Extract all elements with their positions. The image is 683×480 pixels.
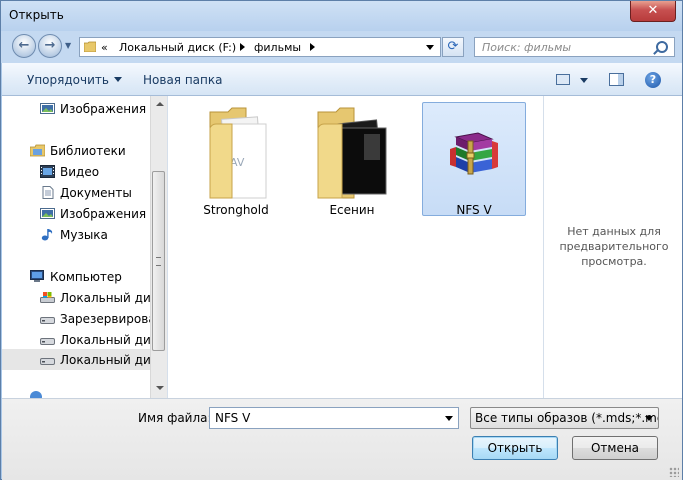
nav-item-label: Зарезервирован: [60, 312, 150, 326]
navigation-row: ← → ▼ « Локальный диск (F:) фильмы ⟳ Пои…: [1, 31, 682, 63]
refresh-button[interactable]: ⟳: [442, 37, 464, 57]
arrow-right-icon: →: [44, 38, 56, 53]
scrollbar-thumb[interactable]: [152, 171, 165, 351]
file-item-nfs-v[interactable]: NFS V: [422, 102, 526, 217]
file-type-value: Все типы образов (*.mds;*.md: [475, 411, 659, 425]
chevron-down-icon[interactable]: [645, 416, 653, 421]
address-overflow[interactable]: «: [101, 41, 108, 54]
preview-pane-icon[interactable]: [609, 73, 624, 86]
cancel-button[interactable]: Отмена: [572, 436, 658, 460]
filename-label: Имя файла:: [138, 411, 212, 425]
documents-icon: [42, 186, 54, 199]
music-icon: [41, 229, 53, 241]
file-name: Есенин: [329, 203, 375, 217]
title-bar[interactable]: Открыть ✕: [1, 1, 682, 31]
file-type-select[interactable]: Все типы образов (*.mds;*.md: [470, 407, 659, 429]
nav-item-drive[interactable]: Локальный диск: [2, 287, 150, 308]
preview-empty-message: Нет данных для предварительного просмотр…: [559, 225, 669, 268]
close-button[interactable]: ✕: [630, 1, 676, 22]
pictures-icon: [40, 208, 55, 219]
view-options-icon[interactable]: [556, 74, 570, 85]
computer-icon: [30, 270, 44, 282]
file-item-esenin[interactable]: Есенин: [300, 102, 404, 217]
organize-button[interactable]: Упорядочить: [27, 73, 122, 87]
nav-item-video[interactable]: Видео: [2, 161, 150, 182]
nav-item-libraries[interactable]: Библиотеки: [2, 140, 150, 161]
nav-item-drive[interactable]: Зарезервирован: [2, 308, 150, 329]
breadcrumb-separator-icon[interactable]: [310, 43, 315, 51]
window-title: Открыть: [9, 8, 64, 22]
filename-input[interactable]: NFS V: [209, 407, 459, 429]
search-icon[interactable]: [656, 41, 668, 53]
video-icon: [40, 165, 55, 178]
filename-value: NFS V: [215, 411, 251, 425]
breadcrumb-separator-icon[interactable]: [240, 43, 245, 51]
file-item-stronghold[interactable]: AV Stronghold: [184, 102, 288, 217]
winrar-archive-icon: [450, 132, 498, 175]
nav-item-label: Документы: [60, 186, 132, 200]
nav-item-label: Локальный диск: [60, 333, 150, 347]
nav-pane-scrollbar[interactable]: [150, 96, 167, 398]
organize-label: Упорядочить: [27, 73, 109, 87]
folder-icon: [84, 41, 96, 52]
open-button[interactable]: Открыть: [472, 436, 558, 460]
breadcrumb-folder[interactable]: фильмы: [254, 41, 301, 54]
dialog-footer: Имя файла: NFS V Все типы образов (*.mds…: [2, 398, 682, 480]
scroll-down-icon[interactable]: [156, 386, 164, 390]
navigation-pane[interactable]: Изображения Библиотеки Видео Документы И…: [2, 96, 150, 398]
preview-pane: Нет данных для предварительного просмотр…: [543, 96, 682, 398]
folder-icon: AV: [209, 107, 267, 199]
nav-item-label: Компьютер: [50, 270, 122, 284]
open-file-dialog: Открыть ✕ ← → ▼ « Локальный диск (F:) фи…: [0, 0, 683, 480]
nav-item-documents[interactable]: Документы: [2, 182, 150, 203]
chevron-down-icon[interactable]: [445, 416, 453, 421]
network-icon: [30, 391, 42, 398]
new-folder-button[interactable]: Новая папка: [143, 73, 222, 87]
address-bar[interactable]: « Локальный диск (F:) фильмы: [79, 37, 441, 57]
forward-button[interactable]: →: [38, 34, 62, 58]
nav-item-label: Изображения: [60, 102, 147, 116]
file-name: NFS V: [456, 203, 492, 217]
drive-icon: [40, 338, 55, 345]
arrow-left-icon: ←: [18, 38, 30, 53]
nav-item-label: Локальный диск: [60, 353, 150, 367]
help-icon[interactable]: ?: [645, 72, 661, 88]
file-list[interactable]: AV Stronghold Есенин NFS V: [167, 96, 543, 398]
nav-item-drive-selected[interactable]: Локальный диск: [2, 349, 150, 370]
recent-pages-dropdown[interactable]: ▼: [65, 41, 71, 50]
file-name: Stronghold: [203, 203, 269, 217]
drive-icon: [40, 358, 55, 365]
search-input[interactable]: Поиск: фильмы: [474, 37, 675, 57]
nav-item-label: Изображения: [60, 207, 147, 221]
folder-icon: [317, 107, 387, 199]
drive-icon: [40, 317, 55, 324]
nav-item-label: Локальный диск: [60, 291, 150, 305]
nav-item-label: Библиотеки: [50, 144, 126, 158]
nav-item-label: Видео: [60, 165, 100, 179]
nav-item-music[interactable]: Музыка: [2, 224, 150, 245]
chevron-down-icon: [113, 77, 122, 82]
view-dropdown-icon[interactable]: [580, 78, 588, 83]
resize-grip-icon[interactable]: [669, 467, 679, 477]
search-placeholder: Поиск: фильмы: [482, 41, 572, 54]
nav-item-drive[interactable]: Локальный диск: [2, 329, 150, 350]
nav-item-computer[interactable]: Компьютер: [2, 266, 150, 287]
nav-item-label: Музыка: [60, 228, 108, 242]
grip-icon: [156, 257, 161, 266]
scroll-up-icon[interactable]: [156, 102, 164, 106]
nav-item-pictures[interactable]: Изображения: [2, 203, 150, 224]
back-button[interactable]: ←: [12, 34, 36, 58]
command-toolbar: Упорядочить Новая папка ?: [2, 63, 682, 96]
system-drive-icon: [40, 292, 55, 303]
libraries-icon: [30, 144, 45, 157]
breadcrumb-drive[interactable]: Локальный диск (F:): [119, 41, 236, 54]
refresh-icon: ⟳: [447, 39, 459, 54]
address-dropdown-icon[interactable]: [426, 45, 434, 50]
nav-item-pictures[interactable]: Изображения: [2, 98, 150, 119]
pictures-icon: [40, 103, 55, 114]
